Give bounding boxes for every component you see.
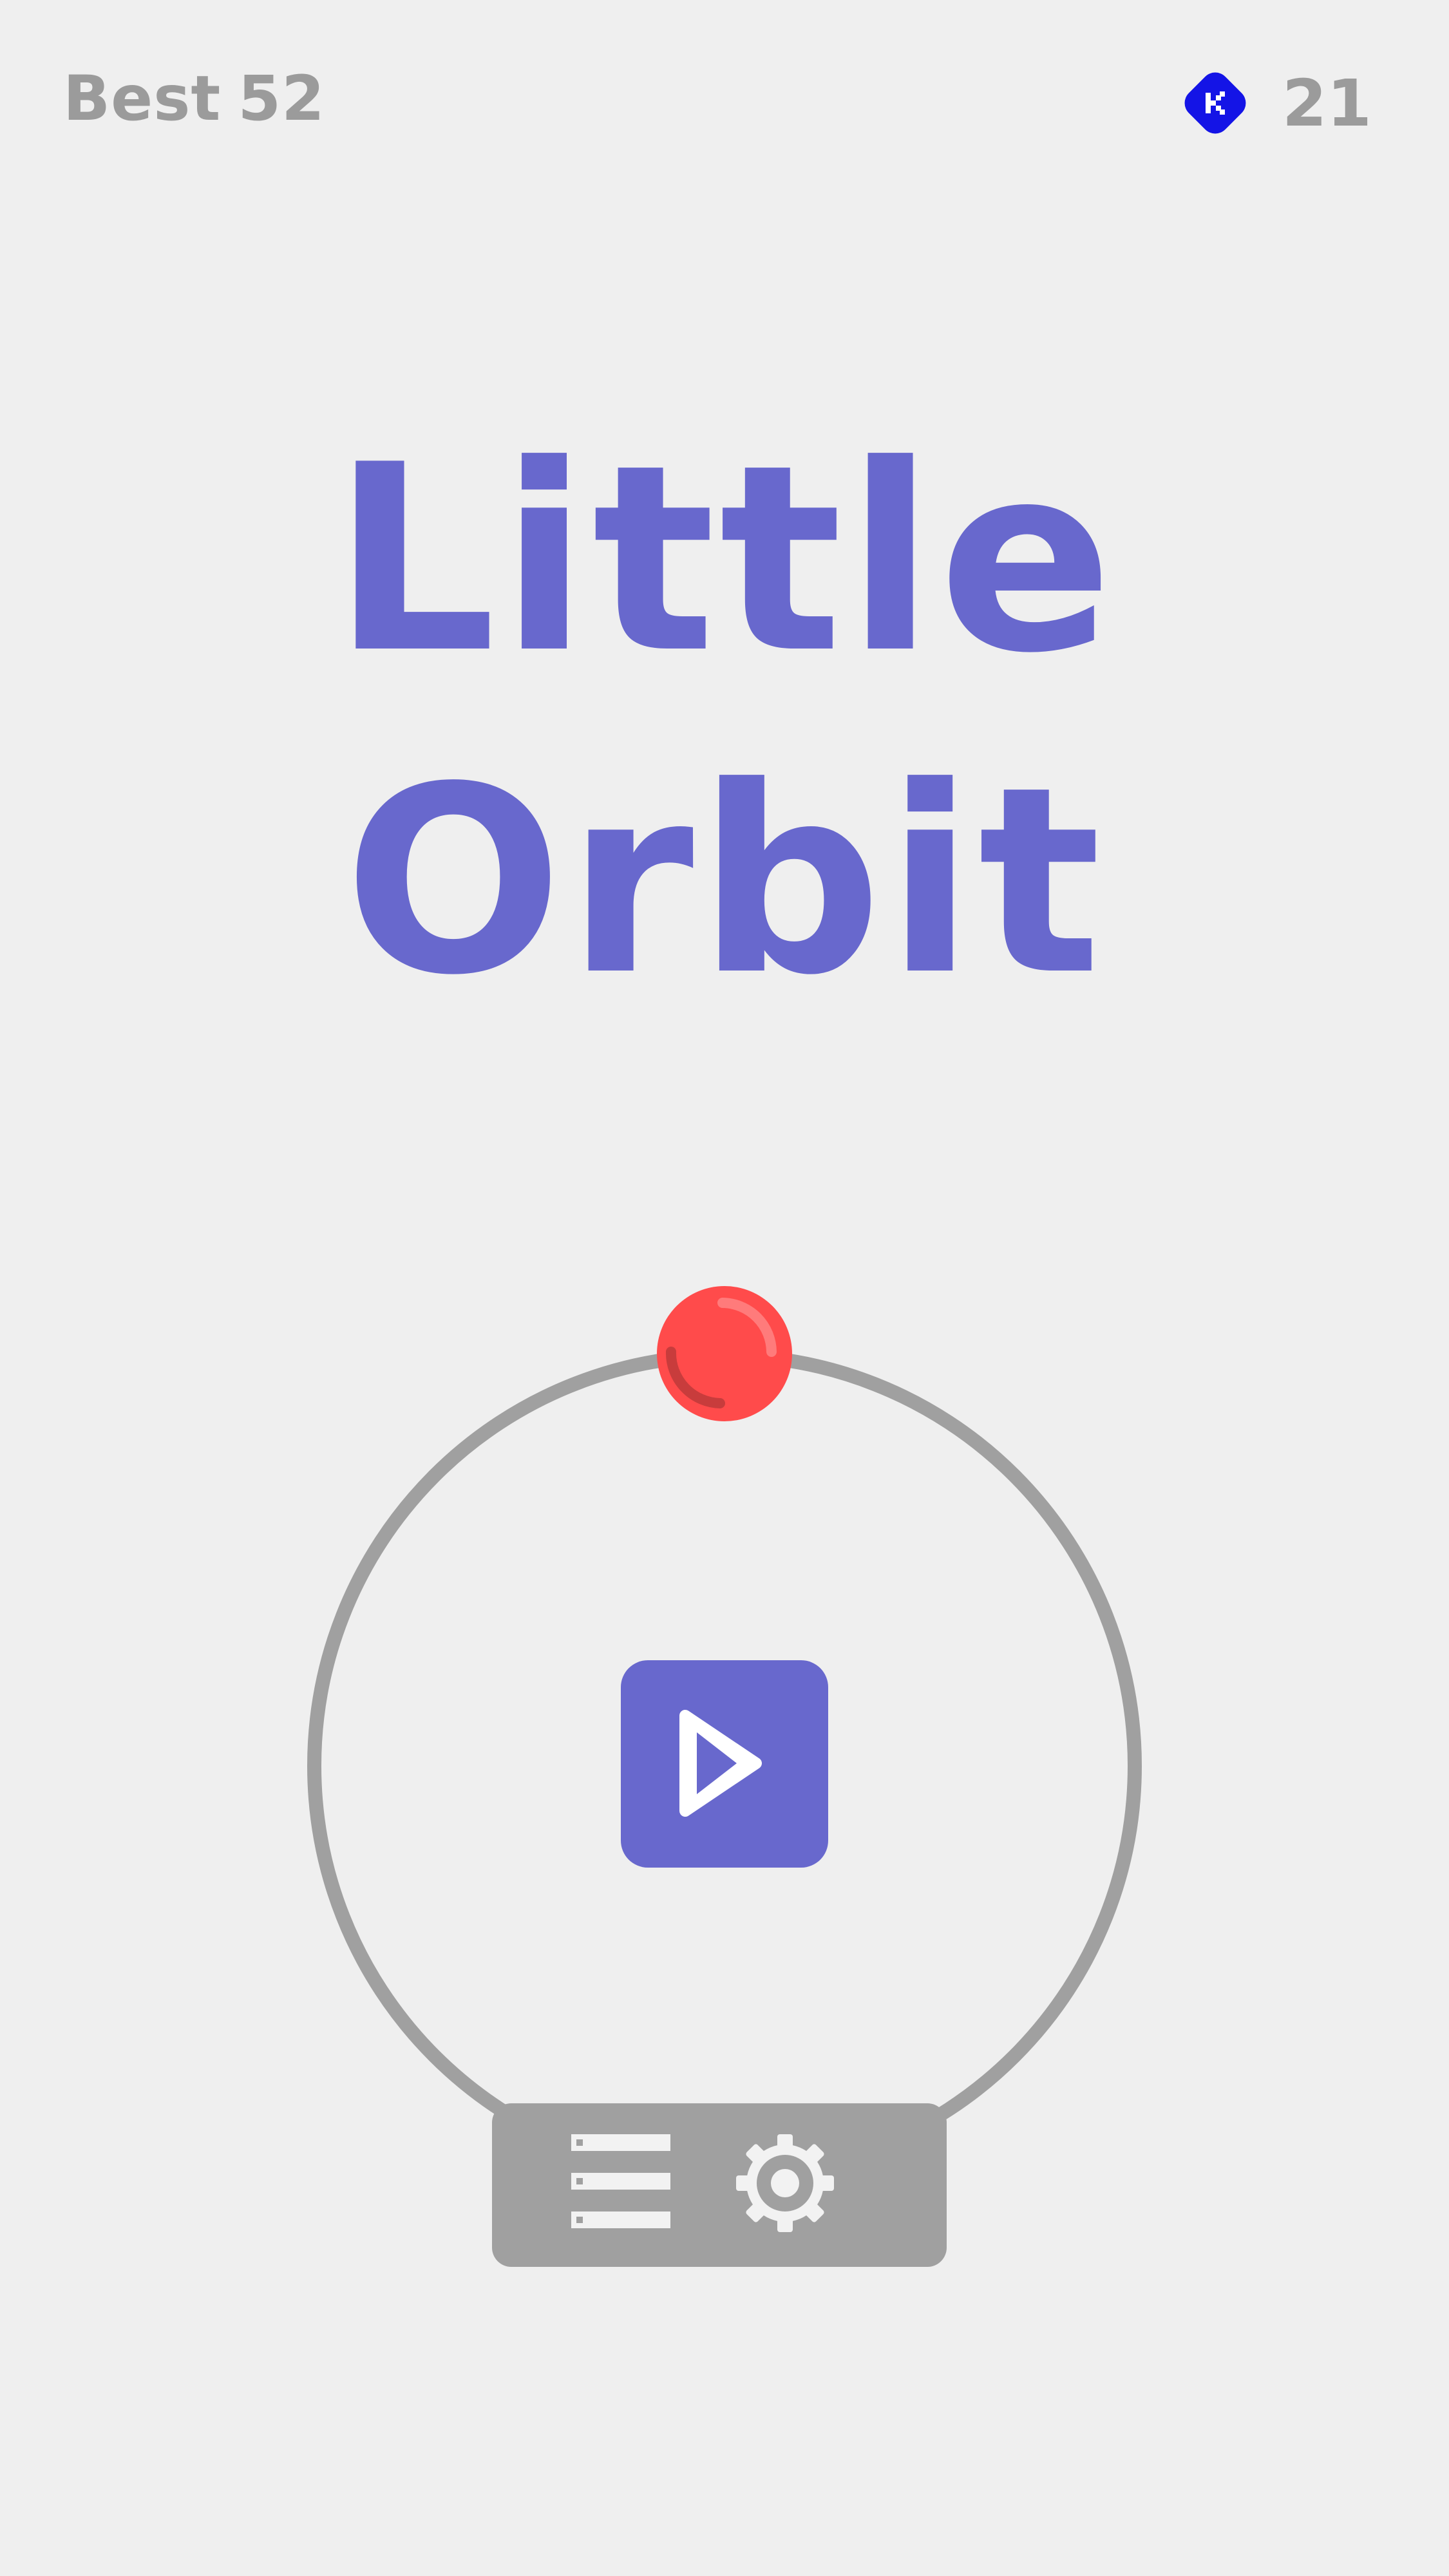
gem-count: 21 [1282, 65, 1372, 141]
gem-icon [1184, 72, 1246, 134]
title-line-2: Orbit [344, 732, 1105, 1032]
menu-panel [492, 2103, 947, 2267]
gem-counter: 21 [1178, 64, 1372, 142]
game-title: Little Orbit [0, 399, 1449, 1043]
best-label: Best [63, 62, 222, 135]
top-bar: Best 52 21 [0, 0, 1449, 206]
leaderboard-button[interactable] [492, 2103, 719, 2267]
best-value: 52 [238, 62, 325, 135]
play-button[interactable] [621, 1660, 828, 1868]
play-icon [679, 1710, 762, 1817]
settings-button[interactable] [719, 2103, 947, 2267]
red-ball[interactable] [656, 1285, 793, 1423]
list-icon [571, 2134, 670, 2228]
gear-icon [736, 2134, 834, 2232]
best-score: Best 52 [63, 62, 325, 135]
title-line-1: Little [332, 410, 1117, 710]
